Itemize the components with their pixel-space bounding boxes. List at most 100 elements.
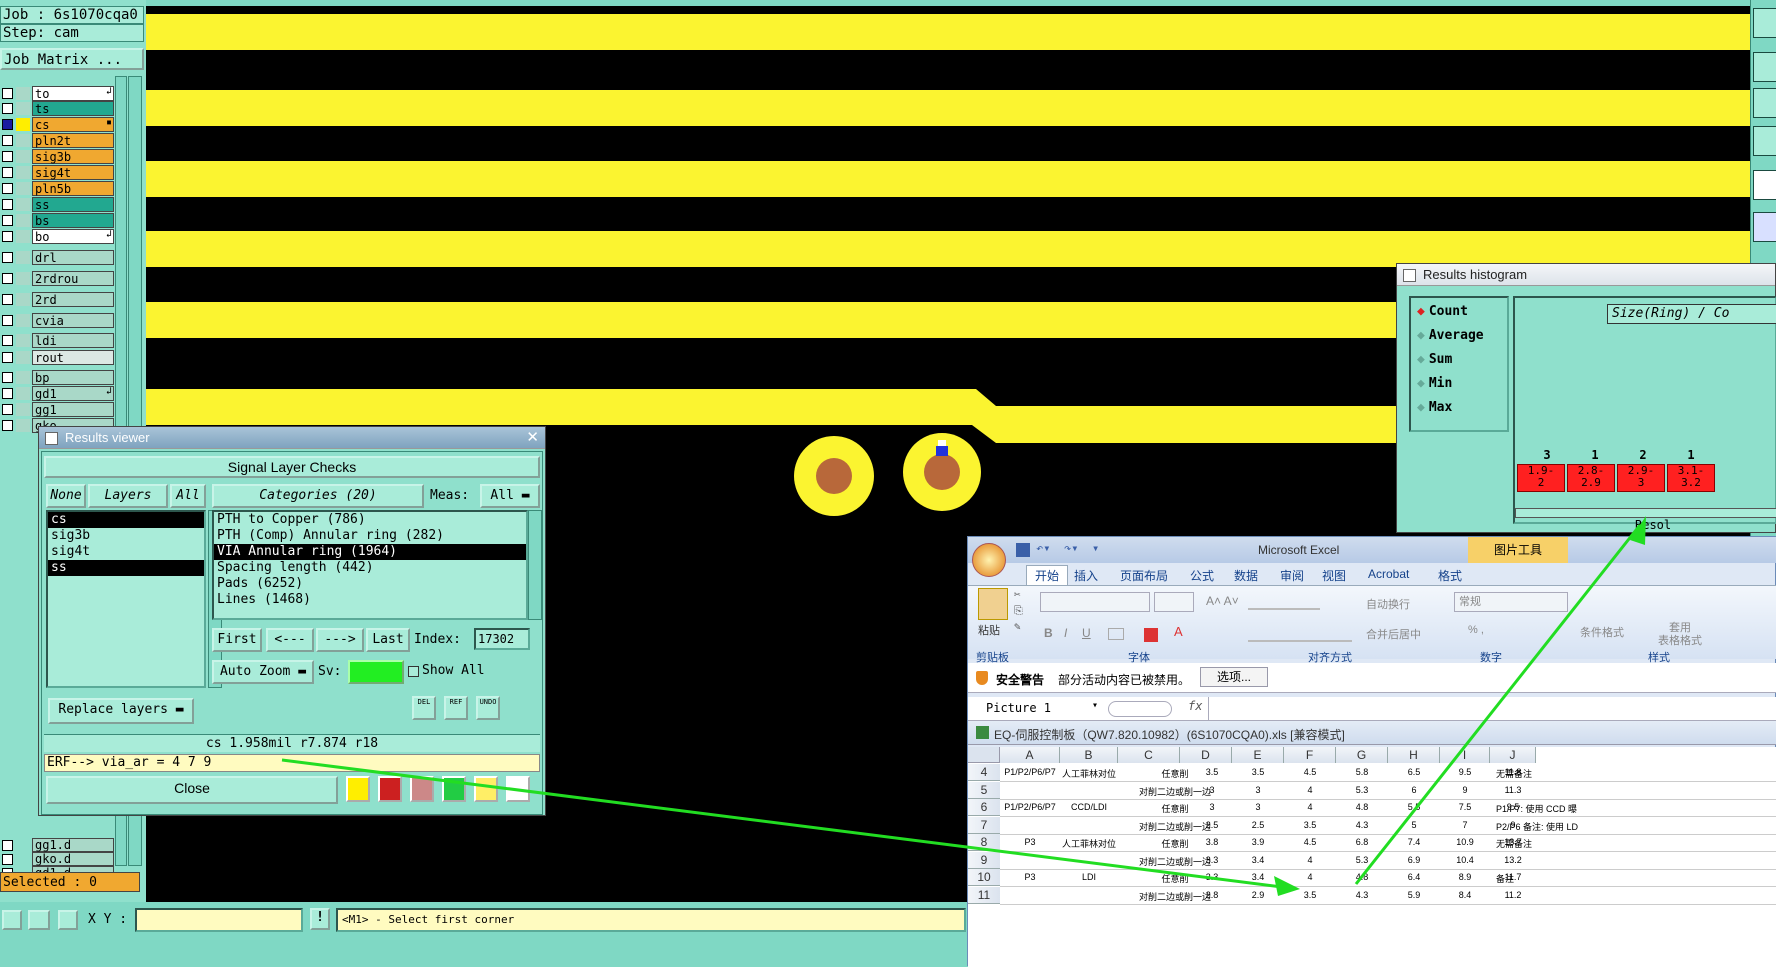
table-cell[interactable]: 3 <box>1232 785 1284 795</box>
table-cell[interactable]: 4.5 <box>1284 837 1336 847</box>
table-cell[interactable]: 7 <box>1440 820 1490 830</box>
italic-icon[interactable]: I <box>1064 626 1067 640</box>
layer-row-ts[interactable]: ts <box>0 101 116 116</box>
worksheet-grid[interactable]: A B C D E F G H I J 4 P1/P2/P6/P7 人工菲林对位 任意削 3.5 3.5 4.5… <box>968 747 1776 967</box>
layer-row-to[interactable]: to ↲ <box>0 86 116 101</box>
layer-row-gd1[interactable]: gd1 ↲ <box>0 386 116 401</box>
column-header[interactable]: G <box>1336 747 1388 763</box>
category-item[interactable]: PTH (Comp) Annular ring (282) <box>214 528 526 544</box>
table-cell[interactable]: P1/P7: 使用 CCD 曝 <box>1496 802 1726 815</box>
layer-checkbox[interactable] <box>2 840 13 851</box>
ribbon-tab[interactable]: 插入 <box>1074 567 1098 584</box>
layer-checkbox[interactable] <box>2 315 13 326</box>
row-header[interactable]: 5 <box>968 781 1000 799</box>
category-item[interactable]: VIA Annular ring (1964) <box>214 544 526 560</box>
category-list[interactable]: PTH to Copper (786) PTH (Comp) Annular ri… <box>212 510 528 620</box>
table-cell[interactable]: 2.5 <box>1186 820 1238 830</box>
layer-affected-swatch[interactable] <box>16 87 30 100</box>
table-cell[interactable]: LDI <box>1060 872 1118 882</box>
table-cell[interactable]: 6.4 <box>1388 872 1440 882</box>
table-cell[interactable]: 4.8 <box>1336 872 1388 882</box>
table-cell[interactable]: 3.5 <box>1284 890 1336 900</box>
column-header[interactable]: C <box>1118 747 1180 763</box>
table-cell[interactable]: 5 <box>1388 820 1440 830</box>
ribbon-tab[interactable]: 页面布局 <box>1120 567 1168 584</box>
table-cell[interactable]: 3 <box>1186 785 1238 795</box>
layer-affected-swatch[interactable] <box>16 182 30 195</box>
save-icon[interactable] <box>1016 543 1030 557</box>
formula-input[interactable] <box>1208 697 1776 721</box>
layer-row-rout[interactable]: rout <box>0 350 116 365</box>
ribbon-tab[interactable]: 审阅 <box>1280 567 1304 584</box>
column-header[interactable]: D <box>1180 747 1232 763</box>
table-cell[interactable]: P1/P2/P6/P7 <box>1000 767 1060 777</box>
layer-affected-swatch[interactable] <box>16 198 30 211</box>
index-field[interactable]: 17302 <box>474 628 530 650</box>
table-cell[interactable]: 无需备注 <box>1496 837 1726 850</box>
layer-checkbox[interactable] <box>2 854 13 865</box>
table-cell[interactable]: 3.5 <box>1284 820 1336 830</box>
table-cell[interactable]: 3.4 <box>1232 872 1284 882</box>
table-cell[interactable]: 4 <box>1284 872 1336 882</box>
table-cell[interactable]: CCD/LDI <box>1060 802 1118 812</box>
table-cell[interactable]: 10.4 <box>1440 855 1490 865</box>
excel-titlebar[interactable]: ↶▾ ↷▾ ▾ Microsoft Excel 图片工具 <box>968 537 1776 577</box>
job-matrix-button[interactable]: Job Matrix ... <box>0 48 144 70</box>
table-cell[interactable]: 3.3 <box>1186 872 1238 882</box>
result-layer-item[interactable]: sig4t <box>48 544 204 560</box>
result-layer-item[interactable]: sig3b <box>48 528 204 544</box>
ribbon-tab[interactable]: 开始 <box>1026 565 1069 585</box>
layer-row-cs[interactable]: cs ▪ <box>0 117 116 132</box>
merge-center-button[interactable]: 合并后居中 <box>1366 626 1421 642</box>
layer-row-gg1[interactable]: gg1 <box>0 402 116 417</box>
category-item[interactable]: Pads (6252) <box>214 576 526 592</box>
percent-icon[interactable]: % , <box>1468 624 1484 636</box>
category-scrollbar[interactable] <box>528 510 542 620</box>
layer-affected-swatch[interactable] <box>16 134 30 147</box>
next-button[interactable]: ---> <box>316 628 364 652</box>
table-cell[interactable]: 3.5 <box>1186 767 1238 777</box>
border-icon[interactable] <box>1108 628 1124 640</box>
layer-checkbox[interactable] <box>2 135 13 146</box>
layer-affected-swatch[interactable] <box>16 314 30 327</box>
del-button[interactable]: DEL <box>412 696 436 720</box>
font-size-box[interactable] <box>1154 592 1194 612</box>
meas-dropdown[interactable]: All ▬ <box>480 484 540 508</box>
table-cell[interactable]: 5.3 <box>1336 855 1388 865</box>
column-header[interactable]: F <box>1284 747 1336 763</box>
table-cell[interactable]: 人工菲林对位 <box>1060 767 1118 780</box>
layer-affected-swatch[interactable] <box>16 272 30 285</box>
table-cell[interactable]: P3 <box>1000 872 1060 882</box>
font-color-icon[interactable]: A <box>1174 624 1183 639</box>
row-header[interactable]: 9 <box>968 851 1000 869</box>
layer-row-drl[interactable]: drl <box>0 250 116 265</box>
layer-affected-swatch[interactable] <box>16 419 30 432</box>
fx-icon[interactable]: fx <box>1188 699 1202 713</box>
layer-row-bo[interactable]: bo ↲ <box>0 229 116 244</box>
layer-row-sig3b[interactable]: sig3b <box>0 149 116 164</box>
table-cell[interactable]: 7.4 <box>1388 837 1440 847</box>
workbook-titlebar[interactable]: EQ-伺服控制板（QW7.820.10982）(6S1070CQA0).xls … <box>968 721 1776 745</box>
results-viewer-titlebar[interactable]: Results viewer ✕ <box>39 427 545 449</box>
table-cell[interactable]: 5.3 <box>1336 785 1388 795</box>
layer-affected-swatch[interactable] <box>16 371 30 384</box>
paste-icon[interactable] <box>978 588 1008 620</box>
category-item[interactable]: Spacing length (442) <box>214 560 526 576</box>
layer-row-sig4t[interactable]: sig4t <box>0 165 116 180</box>
column-header[interactable]: H <box>1388 747 1440 763</box>
row-header[interactable]: 11 <box>968 886 1000 904</box>
layer-affected-swatch[interactable] <box>16 230 30 243</box>
histogram-scrollbar[interactable] <box>1515 508 1776 518</box>
sv-color-button[interactable] <box>348 660 404 684</box>
snap-icon[interactable] <box>1753 170 1776 200</box>
layer-affected-swatch[interactable] <box>16 403 30 416</box>
layer-affected-swatch[interactable] <box>16 102 30 115</box>
histogram-option-min[interactable]: ◆ Min <box>1417 376 1452 391</box>
all-button[interactable]: All <box>170 484 206 508</box>
layer-checkbox[interactable] <box>2 88 13 99</box>
first-button[interactable]: First <box>212 628 262 652</box>
conditional-format-button[interactable]: 条件格式 <box>1580 624 1624 640</box>
table-cell[interactable]: 6.5 <box>1388 767 1440 777</box>
table-cell[interactable]: 7.5 <box>1440 802 1490 812</box>
row-header[interactable]: 4 <box>968 764 1000 781</box>
